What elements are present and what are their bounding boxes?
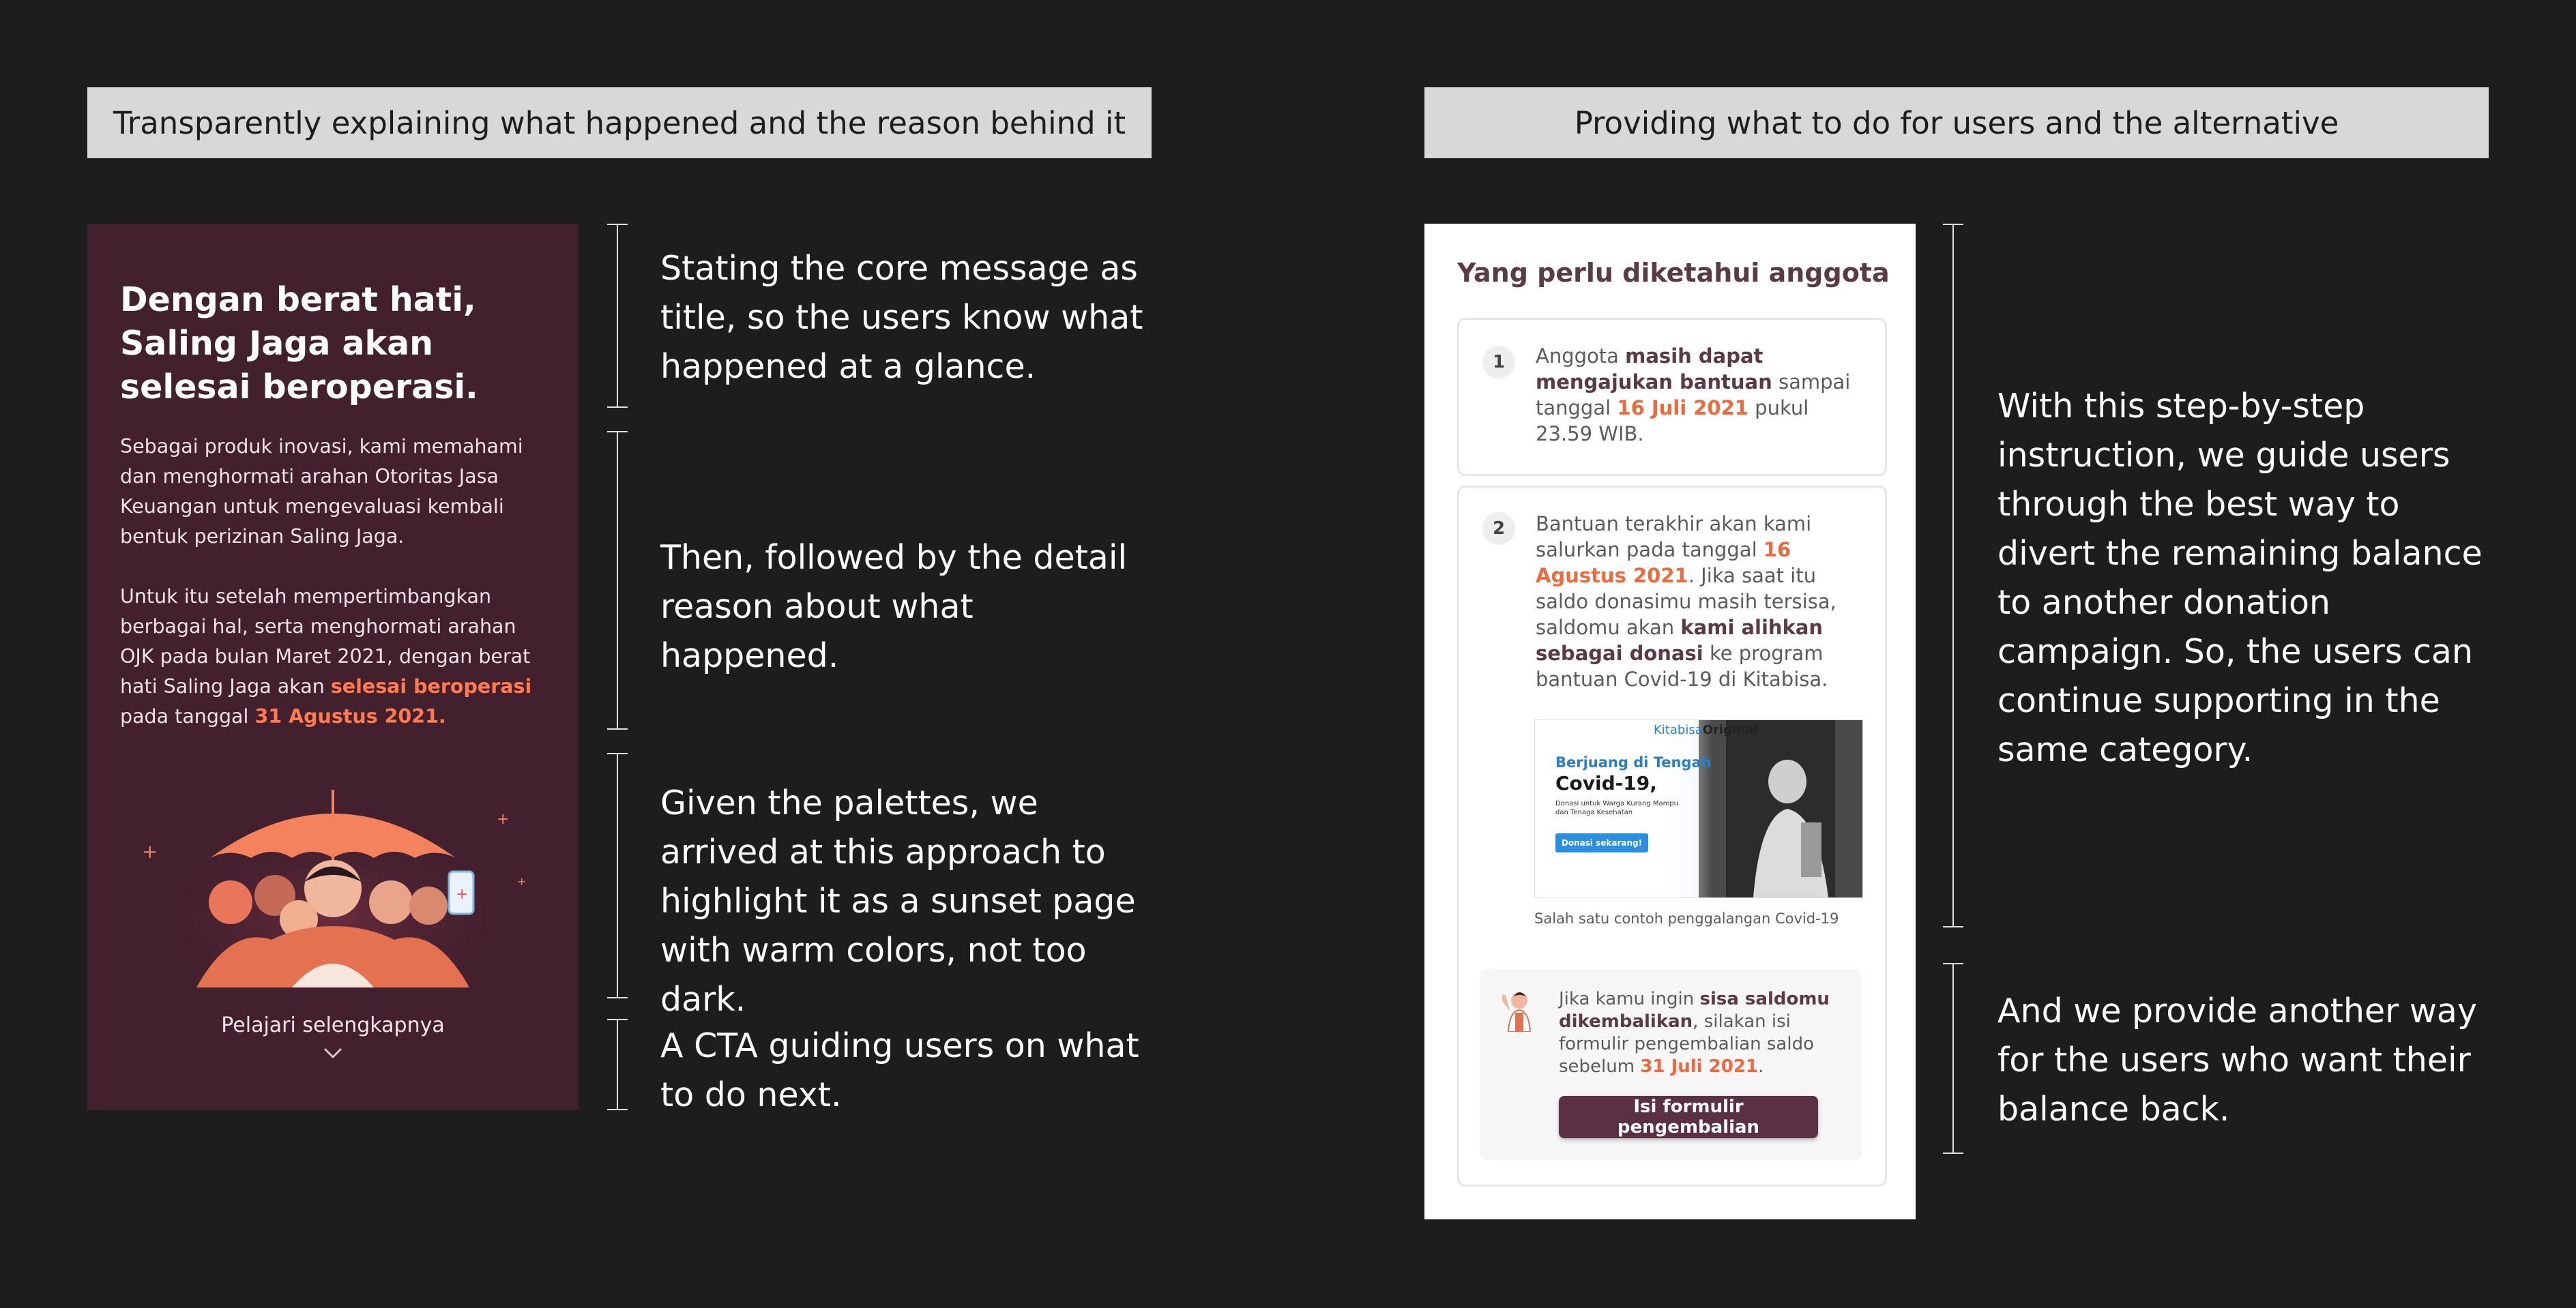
section-header-right: Providing what to do for users and the a… xyxy=(1424,87,2489,158)
svg-text:+: + xyxy=(142,840,158,863)
umbrella-people-illustration: + + + + xyxy=(135,790,531,987)
bracket-palette xyxy=(607,753,628,998)
step-text-1: Anggota masih dapat mengajukan bantuan s… xyxy=(1536,344,1851,445)
step-text-2: Bantuan terakhir akan kami salurkan pada… xyxy=(1536,512,1836,691)
bracket-cta xyxy=(607,1019,628,1110)
campaign-banner[interactable]: KitabisaOriginal Berjuang di Tengah Covi… xyxy=(1534,719,1863,898)
bracket-refund xyxy=(1943,963,1963,1154)
bracket-steps xyxy=(1943,224,1963,927)
note-palette: Given the palettes, we arrived at this a… xyxy=(660,784,1136,1019)
banner-photo xyxy=(1699,720,1862,897)
sunset-title: Dengan berat hati, Saling Jaga akan sele… xyxy=(120,280,478,406)
note-cta: A CTA guiding users on what to do next. xyxy=(660,1026,1139,1114)
step-card-2: 2 Bantuan terakhir akan kami salurkan pa… xyxy=(1457,486,1887,1187)
sunset-paragraph-2: Untuk itu setelah mempertimbangkan berba… xyxy=(120,585,532,728)
step-number-1: 1 xyxy=(1482,346,1515,378)
banner-caption: Salah satu contoh penggalangan Covid-19 xyxy=(1534,910,1839,927)
note-refund: And we provide another way for the users… xyxy=(1997,992,2477,1129)
refund-form-button[interactable]: Isi formulir pengembalian xyxy=(1559,1096,1818,1138)
donate-now-button[interactable]: Donasi sekarang! xyxy=(1555,833,1648,852)
step-card-1: 1 Anggota masih dapat mengajukan bantuan… xyxy=(1457,318,1887,476)
refund-text: Jika kamu ingin sisa saldomu dikembalika… xyxy=(1559,989,1830,1077)
bracket-reason xyxy=(607,431,628,730)
learn-more-link[interactable]: Pelajari selengkapnya xyxy=(87,1013,579,1037)
highlight-sunset: selesai beroperasi xyxy=(330,675,532,698)
sunset-screen: Dengan berat hati, Saling Jaga akan sele… xyxy=(87,224,579,1110)
svg-text:+: + xyxy=(497,811,509,828)
svg-text:+: + xyxy=(456,886,468,903)
highlight-date: 31 Agustus 2021. xyxy=(254,705,446,728)
note-title: Stating the core message as title, so th… xyxy=(660,249,1143,386)
banner-subtext: Donasi untuk Warga Kurang Mampu dan Tena… xyxy=(1555,800,1679,816)
refund-box: Jika kamu ingin sisa saldomu dikembalika… xyxy=(1480,969,1862,1160)
chevron-down-icon[interactable] xyxy=(322,1046,344,1060)
waving-person-icon xyxy=(1502,992,1532,1032)
health-worker-photo xyxy=(1699,720,1862,897)
bracket-title xyxy=(607,224,628,408)
info-title: Yang perlu diketahui anggota xyxy=(1457,258,1890,288)
section-header-left: Transparently explaining what happened a… xyxy=(87,87,1152,158)
sunset-paragraph-1: Sebagai produk inovasi, kami memahami da… xyxy=(120,435,523,548)
step-number-2: 2 xyxy=(1482,512,1515,545)
banner-headline-1: Berjuang di Tengah xyxy=(1555,754,1712,771)
note-steps: With this step-by-step instruction, we g… xyxy=(1997,387,2483,769)
banner-headline-2: Covid-19, xyxy=(1555,772,1657,794)
info-screen: Yang perlu diketahui anggota 1 Anggota m… xyxy=(1424,224,1916,1219)
banner-brand: KitabisaOriginal xyxy=(1654,723,1758,737)
svg-text:+: + xyxy=(517,875,526,888)
note-reason: Then, followed by the detail reason abou… xyxy=(660,538,1128,675)
